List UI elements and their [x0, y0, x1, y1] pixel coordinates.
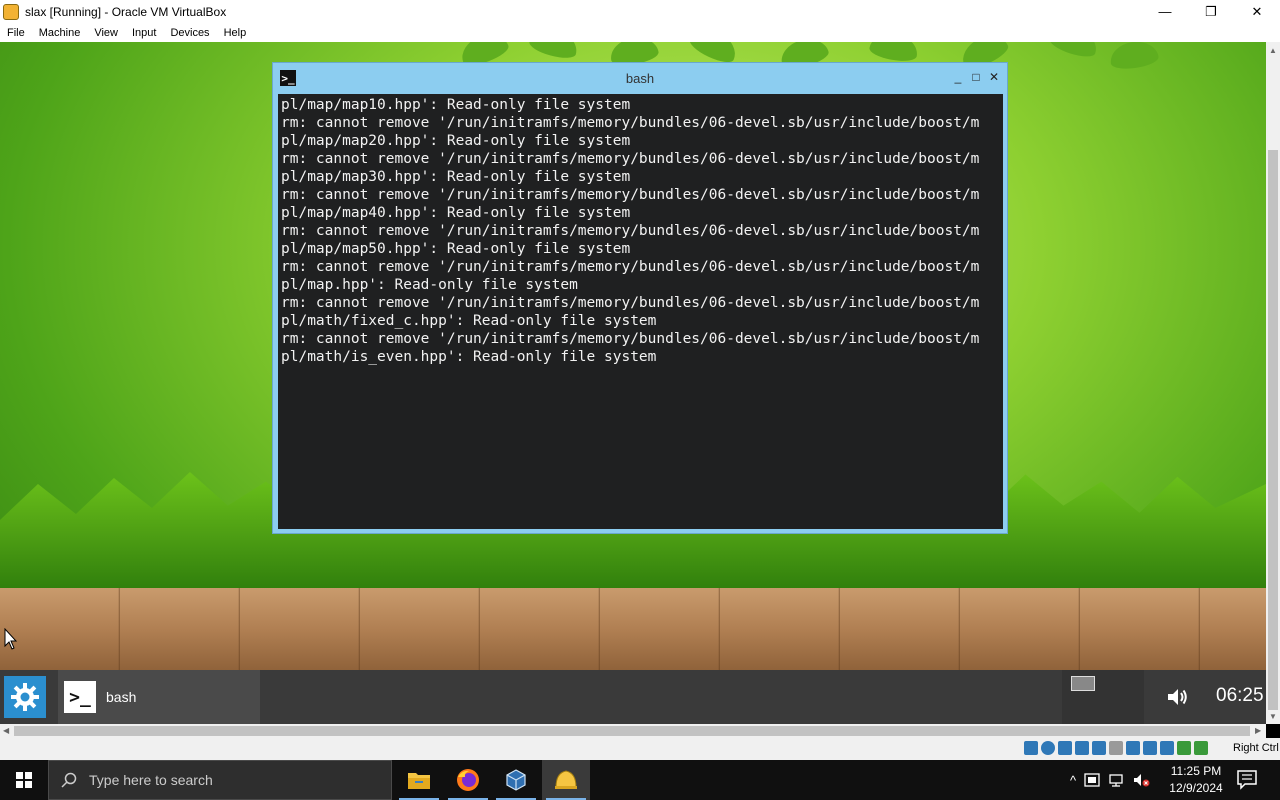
- volume-icon[interactable]: [1164, 684, 1190, 710]
- audio-icon[interactable]: [1058, 741, 1072, 755]
- virtualbox-app-icon: [3, 3, 19, 20]
- tray-chevron-up-icon[interactable]: ^: [1070, 773, 1076, 788]
- slax-start-button[interactable]: [4, 676, 46, 718]
- display-icon[interactable]: [1126, 741, 1140, 755]
- menu-view[interactable]: View: [87, 27, 125, 39]
- network-icon[interactable]: [1075, 741, 1089, 755]
- cpu-icon[interactable]: [1160, 741, 1174, 755]
- terminal-line: rm: cannot remove '/run/initramfs/memory…: [281, 151, 980, 167]
- virtualbox-cube-icon: [506, 769, 526, 791]
- host-vertical-scrollbar[interactable]: ▲ ▼: [1266, 42, 1280, 724]
- tray-app-icon[interactable]: [1084, 772, 1100, 788]
- notification-center-icon[interactable]: [1236, 769, 1260, 791]
- host-minimize-button[interactable]: —: [1142, 0, 1188, 23]
- terminal-window[interactable]: >_ bash _ □ ✕ pl/map/map10.hpp': Read-on…: [272, 62, 1008, 534]
- host-horizontal-scrollbar[interactable]: ◀ ▶: [0, 724, 1266, 738]
- scroll-down-arrow-icon[interactable]: ▼: [1269, 712, 1277, 721]
- firefox-icon: [457, 769, 479, 791]
- scroll-left-arrow-icon[interactable]: ◀: [3, 726, 9, 735]
- taskbar-virtualbox[interactable]: [492, 760, 540, 800]
- terminal-titlebar[interactable]: >_ bash _ □ ✕: [273, 63, 1007, 93]
- taskbar-firefox[interactable]: [444, 760, 492, 800]
- network-tray-icon[interactable]: [1108, 772, 1124, 788]
- guest-additions-icon[interactable]: [1177, 741, 1191, 755]
- horizontal-scroll-thumb[interactable]: [14, 726, 1250, 736]
- search-icon: [61, 772, 77, 788]
- slax-workspace-switcher[interactable]: [1062, 670, 1144, 724]
- menu-devices[interactable]: Devices: [163, 27, 216, 39]
- scroll-right-arrow-icon[interactable]: ▶: [1255, 726, 1261, 735]
- menu-input[interactable]: Input: [125, 27, 163, 39]
- menu-machine[interactable]: Machine: [32, 27, 88, 39]
- host-window-title: slax [Running] - Oracle VM VirtualBox: [25, 4, 227, 19]
- terminal-line: rm: cannot remove '/run/initramfs/memory…: [281, 115, 980, 131]
- hard-disk-icon[interactable]: [1024, 741, 1038, 755]
- speaker-muted-icon[interactable]: [1132, 772, 1150, 788]
- slax-task-label: bash: [106, 689, 137, 705]
- host-maximize-button[interactable]: ❐: [1188, 0, 1234, 23]
- slax-panel: >_ bash 06:25: [0, 670, 1266, 724]
- windows-search-box[interactable]: Type here to search: [48, 760, 392, 800]
- taskbar-file-explorer[interactable]: [395, 760, 443, 800]
- windows-logo-icon: [16, 772, 32, 788]
- windows-taskbar: Type here to search ^ 11:25 PM 12/9/2024: [0, 760, 1280, 800]
- clock-time: 11:25 PM: [1170, 764, 1222, 778]
- mouse-integration-icon[interactable]: [1194, 741, 1208, 755]
- host-menubar: File Machine View Input Devices Help: [0, 23, 1280, 42]
- windows-start-button[interactable]: [0, 760, 48, 800]
- terminal-line: pl/map/map40.hpp': Read-only file system: [281, 205, 631, 221]
- host-titlebar: slax [Running] - Oracle VM VirtualBox — …: [0, 0, 1280, 23]
- terminal-line: pl/math/fixed_c.hpp': Read-only file sys…: [281, 313, 657, 329]
- terminal-close-button[interactable]: ✕: [989, 70, 999, 84]
- search-placeholder: Type here to search: [89, 772, 213, 788]
- terminal-line: rm: cannot remove '/run/initramfs/memory…: [281, 223, 980, 239]
- terminal-line: pl/map/map30.hpp': Read-only file system: [281, 169, 631, 185]
- folder-icon: [408, 773, 430, 789]
- menu-file[interactable]: File: [0, 27, 32, 39]
- scroll-up-arrow-icon[interactable]: ▲: [1269, 46, 1277, 55]
- wallpaper-wooden-deck: [0, 588, 1266, 672]
- terminal-line: rm: cannot remove '/run/initramfs/memory…: [281, 187, 980, 203]
- terminal-line: rm: cannot remove '/run/initramfs/memory…: [281, 331, 980, 347]
- terminal-line: pl/map/map20.hpp': Read-only file system: [281, 133, 631, 149]
- guest-desktop[interactable]: >_ bash _ □ ✕ pl/map/map10.hpp': Read-on…: [0, 42, 1266, 724]
- optical-drive-icon[interactable]: [1041, 741, 1055, 755]
- gear-icon: [11, 683, 39, 711]
- terminal-line: pl/map.hpp': Read-only file system: [281, 277, 578, 293]
- terminal-line: pl/map/map50.hpp': Read-only file system: [281, 241, 631, 257]
- usb-icon[interactable]: [1092, 741, 1106, 755]
- terminal-icon: >_: [280, 70, 296, 86]
- slax-task-bash[interactable]: >_ bash: [58, 670, 260, 724]
- taskbar-slax-vm[interactable]: [542, 760, 590, 800]
- clock-date: 12/9/2024: [1169, 781, 1223, 795]
- terminal-maximize-button[interactable]: □: [971, 70, 981, 84]
- shared-folders-icon[interactable]: [1109, 741, 1123, 755]
- windows-clock[interactable]: 11:25 PM 12/9/2024: [1168, 763, 1224, 797]
- mouse-cursor-icon: [4, 628, 18, 650]
- slax-clock[interactable]: 06:25: [1216, 685, 1264, 707]
- terminal-line: pl/math/is_even.hpp': Read-only file sys…: [281, 349, 657, 365]
- terminal-title: bash: [625, 70, 655, 86]
- terminal-app-icon: >_: [64, 681, 96, 713]
- host-statusbar: Right Ctrl: [0, 738, 1280, 760]
- system-tray: ^: [1070, 760, 1150, 800]
- terminal-output[interactable]: pl/map/map10.hpp': Read-only file system…: [278, 94, 1003, 529]
- host-key-label: Right Ctrl: [1233, 742, 1279, 754]
- vertical-scroll-thumb[interactable]: [1268, 150, 1278, 710]
- menu-help[interactable]: Help: [217, 27, 254, 39]
- terminal-line: rm: cannot remove '/run/initramfs/memory…: [281, 259, 980, 275]
- terminal-line: pl/map/map10.hpp': Read-only file system: [281, 97, 631, 113]
- host-close-button[interactable]: ✕: [1234, 0, 1280, 23]
- terminal-minimize-button[interactable]: _: [953, 70, 963, 84]
- slax-vm-icon: [555, 770, 577, 789]
- terminal-line: rm: cannot remove '/run/initramfs/memory…: [281, 295, 980, 311]
- window-preview-icon: [1071, 676, 1095, 691]
- recording-icon[interactable]: [1143, 741, 1157, 755]
